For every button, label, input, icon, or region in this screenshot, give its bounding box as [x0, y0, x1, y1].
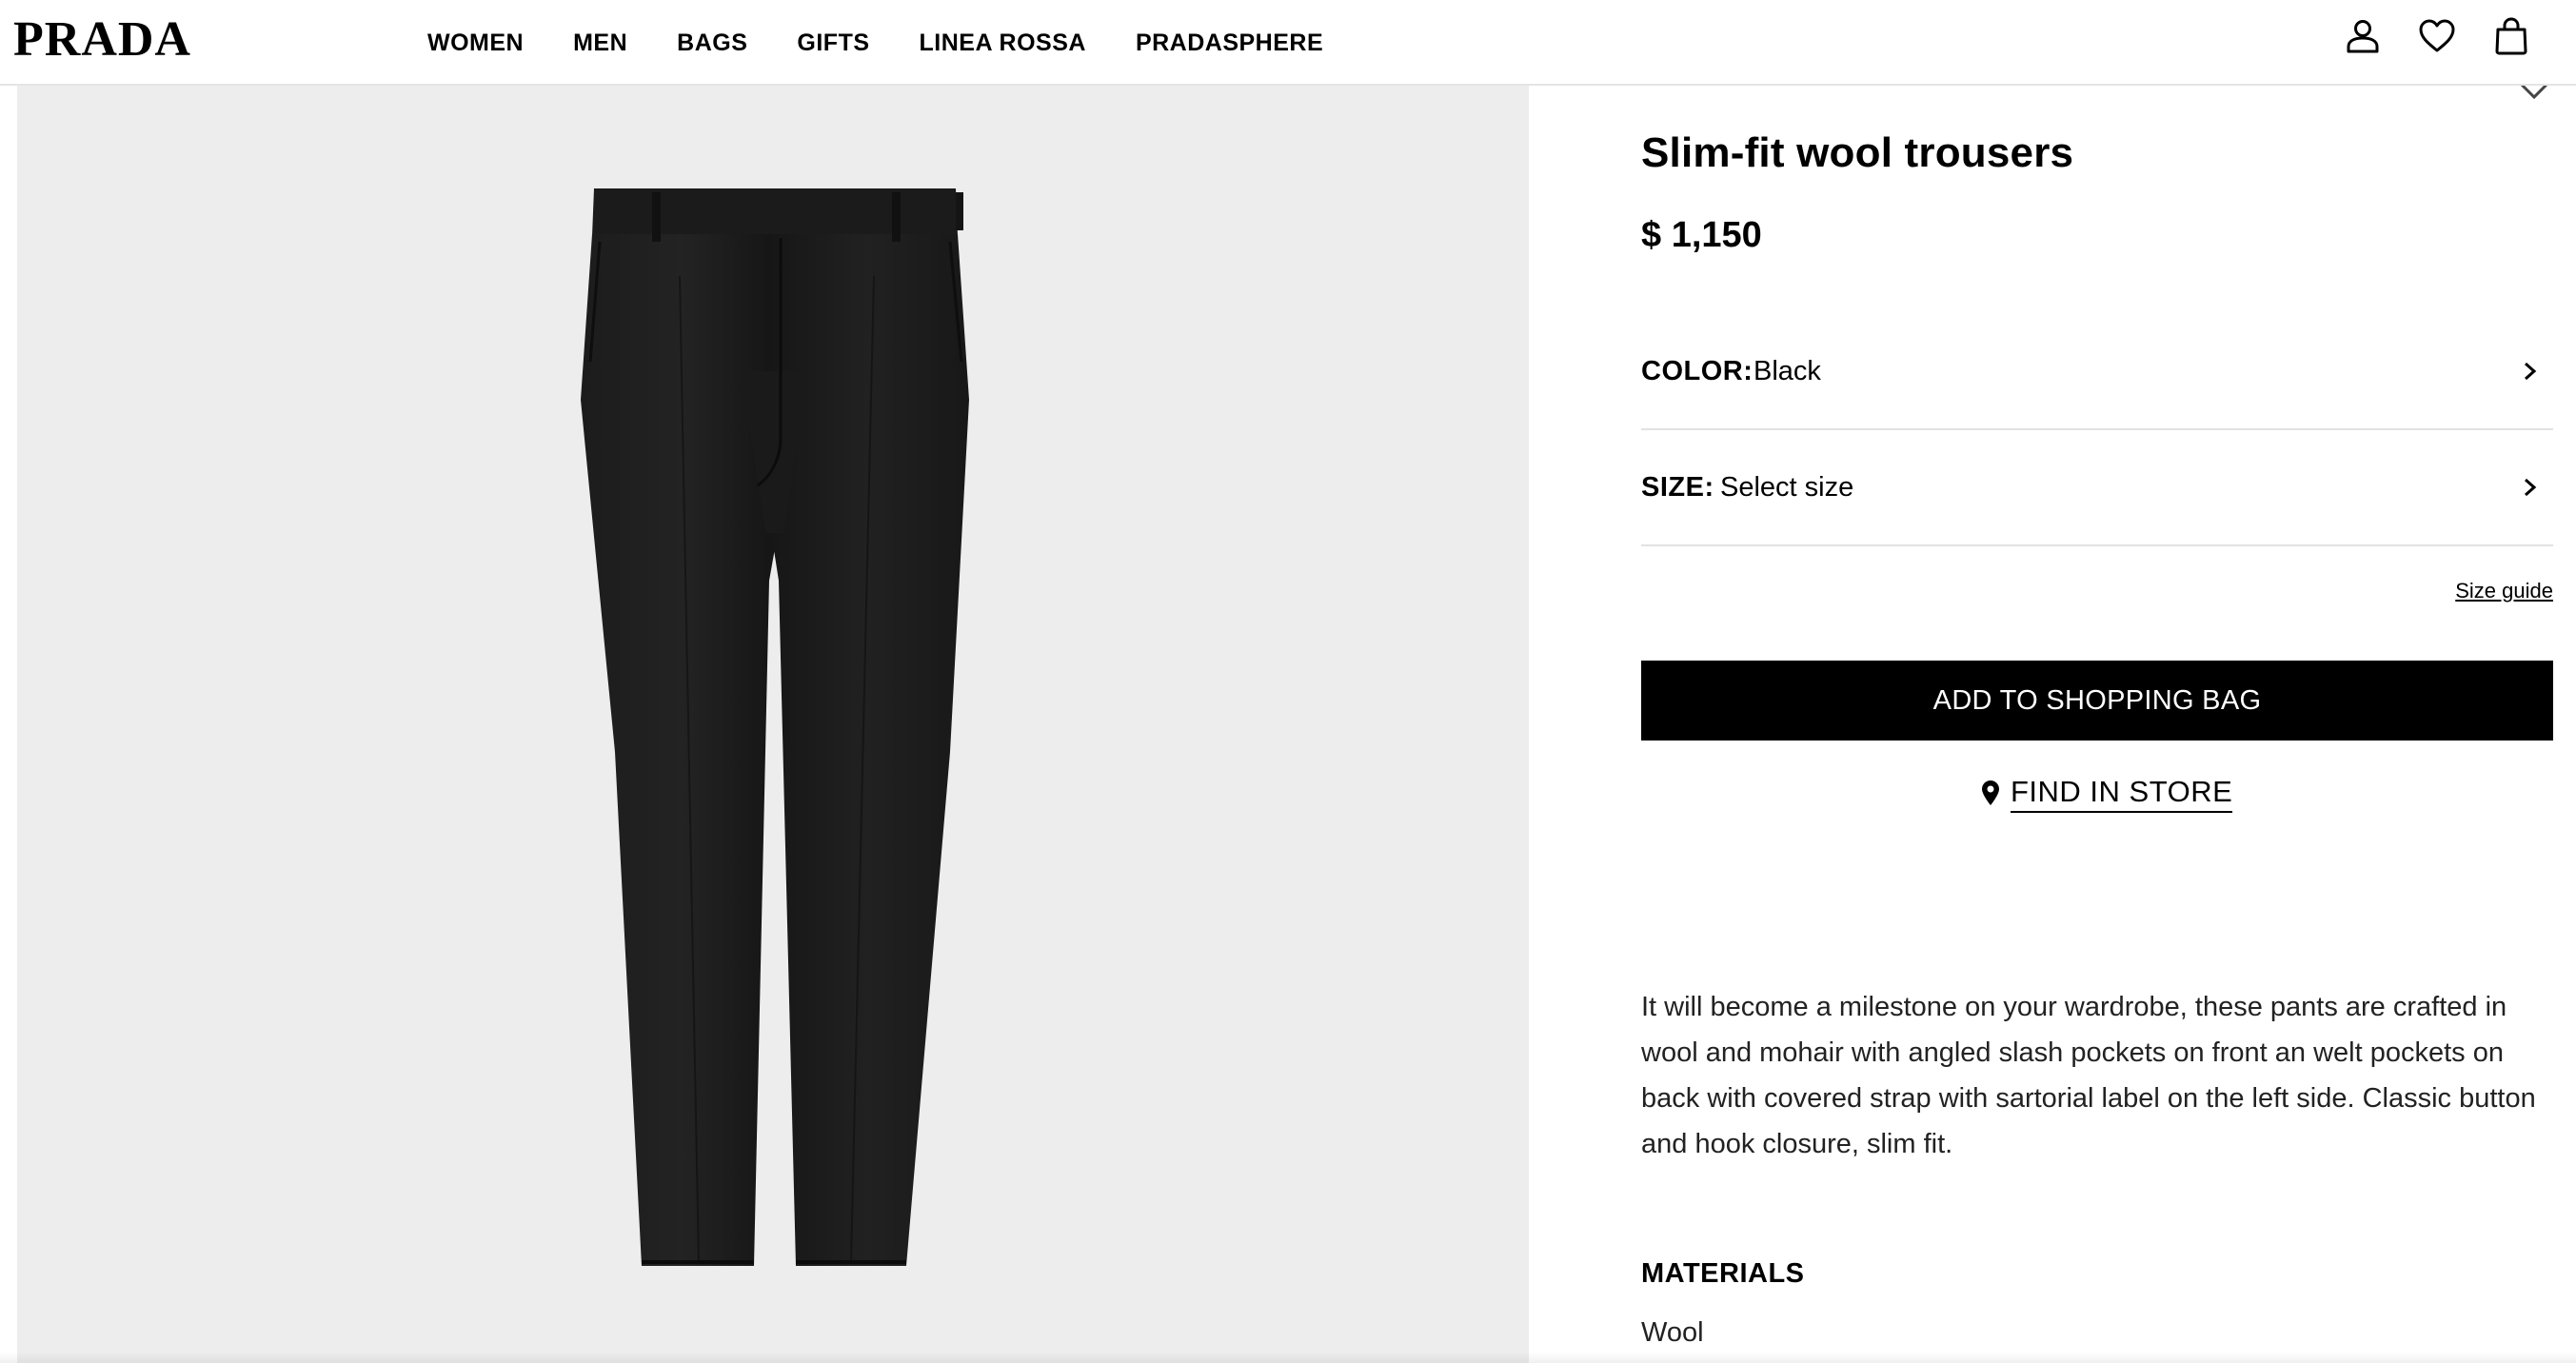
wishlist-heart-icon[interactable] [2416, 15, 2458, 57]
color-value: Black [1754, 356, 1821, 386]
size-guide-link[interactable]: Size guide [2455, 577, 2553, 605]
product-description: It will become a milestone on your wardr… [1641, 992, 2536, 1159]
header-icons [2342, 15, 2532, 57]
site-header: PRADA WOMEN MEN BAGS GIFTS LINEA ROSSA P… [0, 0, 2576, 86]
nav-linea-rossa[interactable]: LINEA ROSSA [920, 27, 1086, 59]
size-label: SIZE: [1641, 472, 1714, 503]
chevron-right-icon [2525, 478, 2537, 497]
account-icon[interactable] [2342, 15, 2384, 57]
trousers-illustration [581, 188, 969, 1266]
add-to-bag-button[interactable]: ADD TO SHOPPING BAG [1641, 661, 2553, 741]
nav-pradasphere[interactable]: PRADASPHERE [1136, 27, 1323, 59]
find-in-store-link[interactable]: FIND IN STORE [1980, 773, 2233, 813]
product-price: $ 1,150 [1641, 215, 1762, 255]
size-value: Select size [1720, 472, 1854, 503]
page-bottom-fade [0, 1352, 2576, 1363]
shopping-bag-icon[interactable] [2490, 15, 2532, 57]
size-selector[interactable]: SIZE: Select size [1641, 430, 2553, 546]
product-title: Slim-fit wool trousers [1641, 129, 2074, 176]
nav-men[interactable]: MEN [573, 27, 627, 59]
product-image[interactable] [17, 86, 1529, 1363]
prada-logo[interactable]: PRADA [13, 13, 191, 67]
materials-heading: MATERIALS [1641, 1258, 1805, 1289]
find-in-store-label: FIND IN STORE [2011, 773, 2233, 813]
materials-value: Wool [1641, 1317, 1704, 1348]
nav-bags[interactable]: BAGS [677, 27, 747, 59]
chevron-right-icon [2525, 362, 2537, 381]
main-nav: WOMEN MEN BAGS GIFTS LINEA ROSSA PRADASP… [427, 27, 1373, 59]
location-pin-icon [1982, 780, 1999, 805]
color-selector[interactable]: COLOR: Black [1641, 314, 2553, 430]
nav-women[interactable]: WOMEN [427, 27, 524, 59]
product-details: Slim-fit wool trousers $ 1,150 COLOR: Bl… [1641, 82, 2553, 1363]
nav-gifts[interactable]: GIFTS [797, 27, 869, 59]
color-label: COLOR: [1641, 356, 1754, 386]
